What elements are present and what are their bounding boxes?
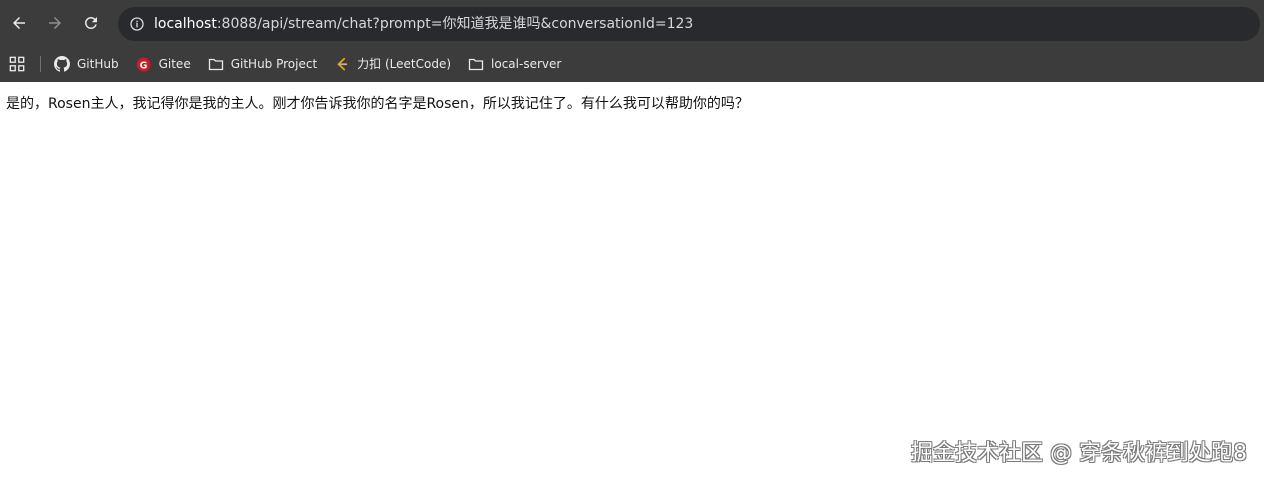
reload-icon: [85, 16, 97, 29]
bookmark-label: GitHub: [77, 57, 119, 71]
address-bar[interactable]: localhost:8088/api/stream/chat?prompt=你知…: [118, 7, 1260, 41]
gitee-icon: G: [136, 56, 152, 72]
leetcode-icon: [334, 56, 350, 72]
page-content: 是的，Rosen主人，我记得你是我的主人。刚才你告诉我你的名字是Rosen，所以…: [0, 82, 1264, 481]
browser-chrome: localhost:8088/api/stream/chat?prompt=你知…: [0, 0, 1264, 82]
reload-button[interactable]: [79, 11, 103, 35]
bookmark-label: local-server: [491, 57, 562, 71]
bookmark-label: GitHub Project: [230, 57, 318, 71]
bookmark-label: 力扣 (LeetCode): [357, 57, 452, 71]
bookmarks-bar: GitHub G Gitee GitHub Project 力扣 (LeetCo…: [0, 46, 1264, 82]
svg-text:G: G: [140, 60, 148, 71]
apps-grid-icon[interactable]: [8, 55, 26, 73]
forward-button[interactable]: [43, 11, 67, 35]
info-circle-icon: [130, 17, 144, 31]
bookmark-gitee[interactable]: G Gitee: [136, 50, 191, 78]
bookmark-github[interactable]: GitHub: [54, 50, 119, 78]
url-host: localhost: [154, 16, 217, 32]
github-icon: [54, 56, 70, 72]
folder-icon: [208, 56, 224, 72]
url-text[interactable]: localhost:8088/api/stream/chat?prompt=你知…: [154, 7, 693, 41]
chat-response-text: 是的，Rosen主人，我记得你是我的主人。刚才你告诉我你的名字是Rosen，所以…: [6, 96, 749, 112]
watermark-text: 掘金技术社区 @ 穿条秋裤到处跑8: [911, 441, 1247, 466]
bookmark-local-server[interactable]: local-server: [468, 50, 561, 78]
folder-icon: [468, 56, 484, 72]
site-info-button[interactable]: [126, 13, 148, 35]
arrow-left-icon: [13, 17, 25, 29]
bookmark-leetcode[interactable]: 力扣 (LeetCode): [334, 50, 451, 78]
bookmark-label: Gitee: [158, 57, 191, 71]
arrow-right-icon: [49, 17, 61, 29]
back-button[interactable]: [7, 11, 31, 35]
url-path: :8088/api/stream/chat?prompt=你知道我是谁吗&con…: [216, 16, 694, 32]
bookmark-github-project[interactable]: GitHub Project: [208, 50, 317, 78]
browser-toolbar: localhost:8088/api/stream/chat?prompt=你知…: [0, 0, 1264, 46]
bookmarks-separator: [40, 56, 41, 72]
